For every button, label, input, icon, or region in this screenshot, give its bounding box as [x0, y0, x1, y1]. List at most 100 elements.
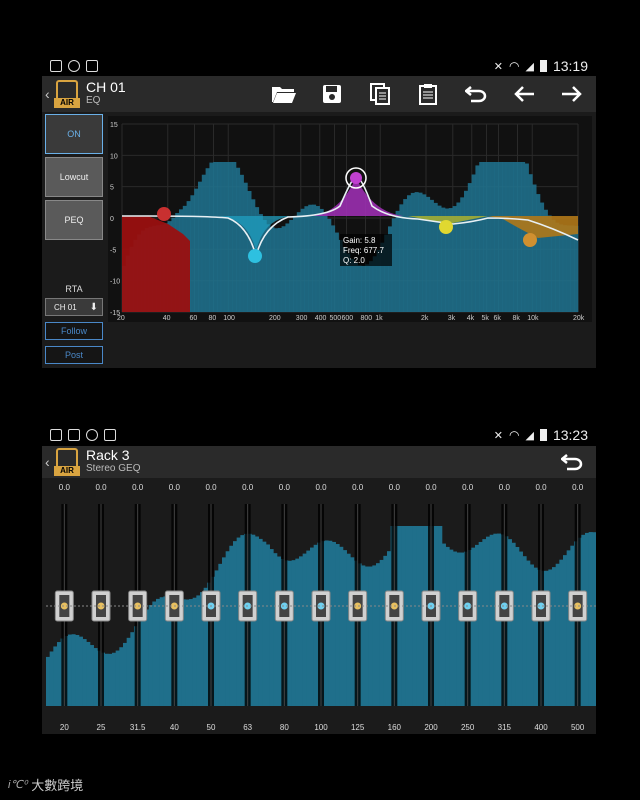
arrow-down-icon: ⬇ — [89, 301, 98, 313]
watermark: i℃⁰ 大數跨境 — [8, 778, 84, 793]
x-tick-label: 1k — [375, 315, 383, 322]
app-logo[interactable]: AIR — [54, 80, 80, 108]
band2-handle[interactable] — [248, 249, 262, 263]
mute-icon: ✕ — [493, 60, 503, 73]
band-gain-label: 0.0 — [315, 483, 327, 492]
rta-bar — [310, 547, 314, 706]
rta-bar — [243, 182, 248, 312]
rta-bar — [592, 532, 596, 706]
x-tick-label: 400 — [315, 315, 327, 322]
rta-bar — [383, 555, 388, 706]
geq-graph[interactable]: 0.0 20 0.0 25 0.0 31.5 0.0 40 0.0 50 0.0 63 0.0 80 0.0… — [42, 478, 596, 734]
rta-bar — [312, 204, 317, 312]
x-tick-label: 100 — [223, 315, 235, 322]
rta-bar — [291, 560, 296, 706]
arrow-right-icon[interactable] — [548, 76, 596, 112]
rta-bar — [239, 174, 244, 312]
x-tick-label: 8k — [513, 315, 521, 322]
rta-bar — [236, 167, 241, 312]
rta-bar — [304, 206, 309, 312]
rta-bar — [324, 540, 329, 706]
band1-handle[interactable] — [157, 207, 171, 221]
x-tick-label: 40 — [163, 315, 171, 322]
eq-on-button[interactable]: ON — [45, 114, 103, 154]
clipboard-icon — [104, 429, 116, 441]
tooltip-gain: Gain: 5.8 — [343, 236, 376, 245]
rta-source-select[interactable]: CH 01 ⬇ — [45, 298, 103, 316]
follow-button[interactable]: Follow — [45, 322, 103, 340]
status-time: 13:19 — [552, 58, 588, 74]
post-button[interactable]: Post — [45, 346, 103, 364]
rta-bar — [357, 265, 362, 312]
rta-bar — [502, 162, 507, 312]
rta-bar — [266, 544, 270, 706]
band-gain-label: 0.0 — [425, 483, 437, 492]
x-tick-label: 80 — [209, 315, 217, 322]
undo-icon[interactable] — [548, 444, 596, 480]
back-chevron-icon[interactable]: ‹ — [45, 86, 50, 102]
band5-handle[interactable] — [523, 233, 537, 247]
rta-bar — [233, 541, 237, 706]
rta-bar — [190, 195, 195, 312]
band-freq-label: 500 — [571, 723, 585, 732]
signal-icon: ◢ — [525, 429, 534, 442]
rta-bar — [315, 206, 320, 312]
y-tick-label: 5 — [110, 185, 114, 192]
x-tick-label: 800 — [361, 315, 373, 322]
tooltip-q: Q: 2.0 — [343, 256, 365, 265]
copy-icon[interactable] — [356, 76, 404, 112]
x-tick-label: 6k — [494, 315, 502, 322]
band-freq-label: 250 — [461, 723, 475, 732]
rta-bar — [270, 227, 275, 312]
save-icon[interactable] — [308, 76, 356, 112]
rta-bar — [479, 162, 484, 312]
rta-bar — [339, 546, 344, 706]
band-freq-label: 315 — [498, 723, 512, 732]
band3-handle[interactable] — [350, 172, 362, 184]
rta-bar — [365, 566, 369, 706]
rta-bar — [194, 188, 199, 312]
rta-bar — [104, 653, 109, 706]
rta-bar — [90, 645, 94, 706]
rta-bar — [220, 162, 225, 312]
rta-bar — [274, 228, 279, 312]
rta-bar — [453, 551, 457, 706]
rta-bar — [228, 162, 233, 312]
rta-bar — [460, 197, 465, 312]
rta-bar — [418, 192, 423, 312]
rta-bar — [343, 550, 347, 706]
rta-bar — [323, 213, 328, 312]
rta-bar — [236, 537, 241, 706]
rta-bar — [258, 538, 263, 706]
app-logo[interactable]: AIR — [54, 448, 80, 476]
back-chevron-icon[interactable]: ‹ — [45, 454, 50, 470]
y-tick-label: -10 — [110, 279, 120, 286]
rta-bar — [471, 174, 476, 312]
eq-graph[interactable]: Gain: 5.8 Freq: 677.7 Q: 2.0 15 10 5 0 -5 -10… — [108, 116, 592, 322]
rta-bar — [405, 526, 410, 706]
rta-bar — [262, 541, 267, 706]
band4-handle[interactable] — [439, 220, 453, 234]
band-gain-label: 0.0 — [572, 483, 584, 492]
paste-icon[interactable] — [404, 76, 452, 112]
rta-bar — [532, 184, 537, 312]
rta-bar — [372, 565, 377, 706]
page-title: Rack 3 — [86, 447, 130, 463]
folder-open-icon[interactable] — [260, 76, 308, 112]
band-gain-label: 0.0 — [242, 483, 254, 492]
x-tick-label: 60 — [190, 315, 198, 322]
rta-bar — [159, 597, 164, 706]
rta-bar — [222, 557, 226, 706]
rta-bar — [115, 650, 120, 706]
arrow-left-icon[interactable] — [500, 76, 548, 112]
rta-bar — [449, 549, 454, 706]
rta-bar — [308, 204, 313, 312]
lowcut-button[interactable]: Lowcut — [45, 157, 103, 197]
rta-bar — [86, 641, 91, 706]
peq-button[interactable]: PEQ — [45, 200, 103, 240]
y-tick-label: 10 — [110, 153, 118, 160]
rta-bar — [108, 653, 113, 706]
rta-bar — [266, 224, 271, 312]
rta-bar — [513, 162, 518, 312]
undo-icon[interactable] — [452, 76, 500, 112]
